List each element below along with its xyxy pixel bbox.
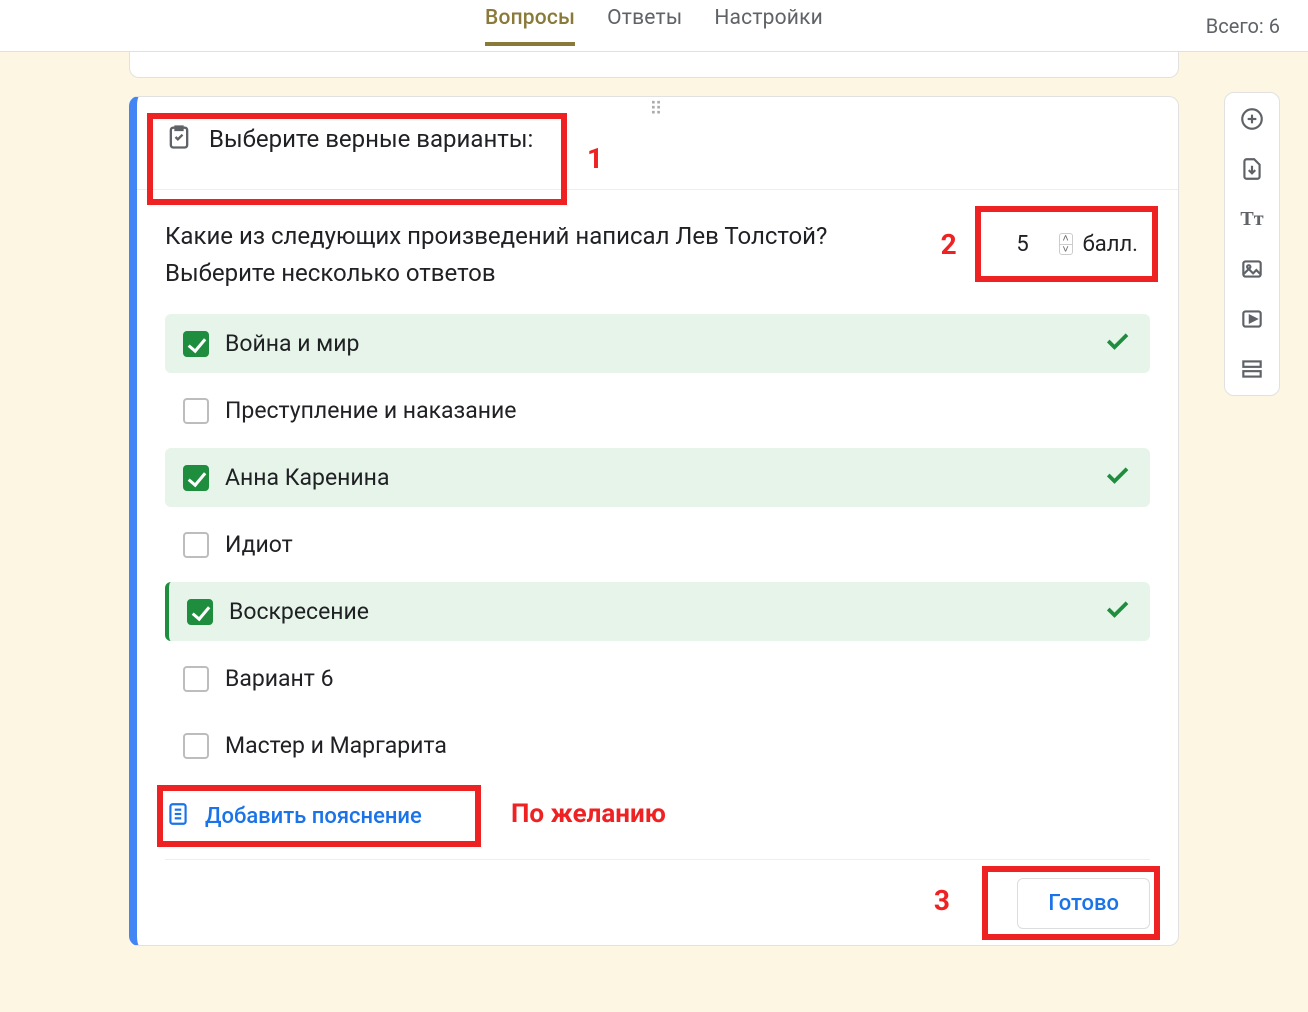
question-card: ⠿ Выберите верные варианты: 1 Какие из с…	[129, 96, 1179, 946]
answer-key-header: Выберите верные варианты: 1	[137, 97, 1178, 190]
done-button[interactable]: Готово	[1017, 878, 1150, 929]
option-row[interactable]: Воскресение	[165, 582, 1150, 641]
option-label: Вариант 6	[225, 665, 334, 692]
tab-answers[interactable]: Ответы	[607, 6, 682, 46]
checkbox-icon[interactable]	[183, 666, 209, 692]
checkbox-icon[interactable]	[183, 465, 209, 491]
points-box: 2 ˄ ˅ балл.	[985, 218, 1150, 270]
tab-settings[interactable]: Настройки	[714, 6, 823, 46]
checkbox-icon[interactable]	[187, 599, 213, 625]
callout-label-1: 1	[587, 142, 603, 175]
option-row[interactable]: Анна Каренина	[165, 448, 1150, 507]
points-label: балл.	[1083, 232, 1138, 257]
callout-label-3: 3	[934, 884, 950, 917]
option-label: Война и мир	[225, 330, 359, 357]
add-question-button[interactable]	[1238, 105, 1266, 133]
checkbox-icon[interactable]	[183, 331, 209, 357]
callout-label-optional: По желанию	[511, 799, 666, 829]
add-explanation-row: Добавить пояснение По желанию	[165, 793, 1150, 839]
tab-questions[interactable]: Вопросы	[485, 6, 575, 46]
explanation-icon	[165, 801, 191, 831]
card-footer: Готово 3	[165, 859, 1150, 929]
options-list: Война и мир Преступление и наказание Анн…	[165, 314, 1150, 775]
add-video-button[interactable]	[1238, 305, 1266, 333]
option-label: Мастер и Маргарита	[225, 732, 447, 759]
checkbox-icon[interactable]	[183, 532, 209, 558]
tt-icon: Tᴛ	[1240, 208, 1263, 231]
option-row[interactable]: Вариант 6	[165, 649, 1150, 708]
option-row[interactable]: Война и мир	[165, 314, 1150, 373]
option-label: Идиот	[225, 531, 293, 558]
add-explanation-link[interactable]: Добавить пояснение	[205, 804, 422, 829]
option-label: Преступление и наказание	[225, 397, 516, 424]
option-row[interactable]: Идиот	[165, 515, 1150, 574]
import-questions-button[interactable]	[1238, 155, 1266, 183]
option-row[interactable]: Мастер и Маргарита	[165, 716, 1150, 775]
points-input[interactable]	[997, 224, 1049, 264]
correct-check-icon	[1102, 460, 1132, 496]
header-bar: Вопросы Ответы Настройки Всего: 6	[0, 0, 1308, 52]
total-count: Всего: 6	[1206, 14, 1280, 38]
add-section-button[interactable]	[1238, 355, 1266, 383]
add-title-button[interactable]: Tᴛ	[1238, 205, 1266, 233]
option-label: Воскресение	[229, 598, 369, 625]
section-title: Выберите верные варианты:	[209, 125, 533, 153]
add-image-button[interactable]	[1238, 255, 1266, 283]
option-row[interactable]: Преступление и наказание	[165, 381, 1150, 440]
callout-label-2: 2	[941, 228, 957, 261]
stepper-up-icon[interactable]: ˄	[1059, 233, 1073, 244]
clipboard-check-icon	[165, 123, 193, 155]
question-text: Какие из следующих произведений написал …	[165, 218, 827, 292]
correct-check-icon	[1102, 594, 1132, 630]
side-toolbar: Tᴛ	[1224, 92, 1280, 396]
option-label: Анна Каренина	[225, 464, 389, 491]
checkbox-icon[interactable]	[183, 398, 209, 424]
tabs: Вопросы Ответы Настройки	[485, 6, 823, 46]
prev-card-stub	[129, 52, 1179, 78]
points-stepper[interactable]: ˄ ˅	[1059, 233, 1073, 256]
stepper-down-icon[interactable]: ˅	[1059, 244, 1073, 256]
correct-check-icon	[1102, 326, 1132, 362]
checkbox-icon[interactable]	[183, 733, 209, 759]
